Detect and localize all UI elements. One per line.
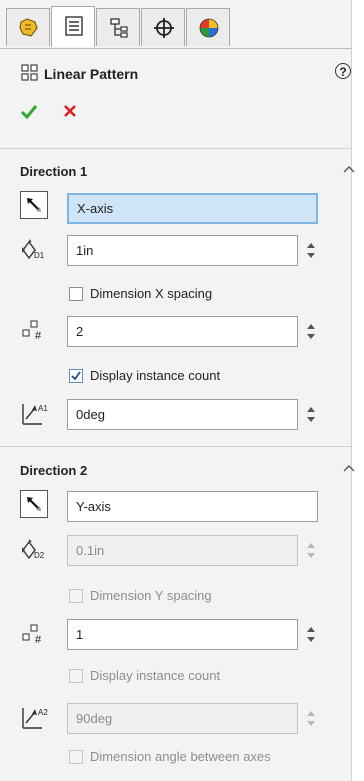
reverse-direction1-button[interactable] (20, 191, 48, 219)
direction2-title: Direction 2 (20, 463, 88, 478)
linear-pattern-icon (21, 64, 38, 81)
help-icon[interactable]: ? (335, 63, 351, 79)
direction1-instances-spinner[interactable] (304, 316, 318, 347)
display-instance-count-2-checkbox[interactable] (69, 669, 83, 683)
instance-count-icon: # (22, 624, 42, 646)
reverse-direction2-button[interactable] (20, 490, 48, 518)
dimension-angle-between-axes-checkbox[interactable] (69, 750, 83, 764)
dimension-y-spacing-checkbox[interactable] (69, 589, 83, 603)
direction2-instances-input[interactable]: 1 (67, 619, 298, 650)
direction2-reference-field[interactable]: Y-axis (67, 491, 318, 522)
display-instance-count-2-label: Display instance count (90, 668, 221, 683)
direction2-angle-spinner[interactable] (304, 703, 318, 734)
section-separator (0, 148, 351, 149)
svg-text:#: # (35, 634, 42, 646)
dimxpert-manager-icon (154, 18, 174, 38)
panel-edge (352, 0, 364, 781)
tab-dimxpert-manager[interactable] (141, 8, 185, 46)
property-manager-icon (65, 16, 83, 36)
angle-a1-icon: A1 (22, 404, 48, 425)
reverse-direction-icon (27, 497, 41, 511)
direction2-spacing-input[interactable]: 0.1in (67, 535, 298, 566)
dimension-x-spacing-checkbox[interactable] (69, 287, 83, 301)
display-manager-icon (199, 18, 219, 38)
page-title: Linear Pattern (44, 66, 139, 82)
angle-a2-icon: A2 (22, 708, 48, 729)
configuration-manager-icon (110, 18, 128, 38)
spacing-d2-icon: D2 (22, 539, 45, 560)
manager-tab-bar (0, 0, 351, 49)
tab-property-manager[interactable] (51, 6, 95, 47)
cancel-x-icon[interactable] (63, 104, 77, 118)
tab-feature-manager[interactable] (6, 8, 50, 46)
ok-checkmark-icon[interactable] (20, 104, 38, 120)
dimension-x-spacing-label: Dimension X spacing (90, 286, 213, 301)
display-instance-count-label: Display instance count (90, 368, 221, 383)
svg-text:A1: A1 (38, 404, 48, 413)
collapse-caret-icon[interactable] (343, 165, 355, 173)
svg-text:A2: A2 (38, 708, 48, 717)
checkmark-icon (71, 371, 81, 381)
tab-display-manager[interactable] (186, 8, 230, 46)
direction2-instances-spinner[interactable] (304, 619, 318, 650)
reverse-direction-icon (27, 198, 41, 212)
direction1-spacing-spinner[interactable] (304, 235, 318, 266)
tab-configuration-manager[interactable] (96, 8, 140, 46)
direction1-title: Direction 1 (20, 164, 88, 179)
svg-text:D1: D1 (34, 251, 45, 260)
direction2-angle-input[interactable]: 90deg (67, 703, 298, 734)
display-instance-count-checkbox[interactable] (69, 369, 83, 383)
dimension-angle-between-axes-label: Dimension angle between axes (90, 749, 271, 764)
spacing-d1-icon: D1 (22, 239, 45, 260)
direction1-angle-input[interactable]: 0deg (67, 399, 298, 430)
dimension-y-spacing-label: Dimension Y spacing (90, 588, 212, 603)
svg-text:D2: D2 (34, 551, 45, 560)
direction1-spacing-input[interactable]: 1in (67, 235, 298, 266)
svg-text:#: # (35, 330, 42, 342)
feature-manager-icon (19, 18, 38, 37)
direction1-instances-input[interactable]: 2 (67, 316, 298, 347)
collapse-caret-icon[interactable] (343, 464, 355, 472)
direction1-angle-spinner[interactable] (304, 399, 318, 430)
section-separator (0, 446, 351, 447)
direction1-reference-field[interactable]: X-axis (67, 193, 318, 224)
instance-count-icon: # (22, 320, 42, 342)
direction2-spacing-spinner[interactable] (304, 535, 318, 566)
property-manager-panel (0, 0, 352, 781)
